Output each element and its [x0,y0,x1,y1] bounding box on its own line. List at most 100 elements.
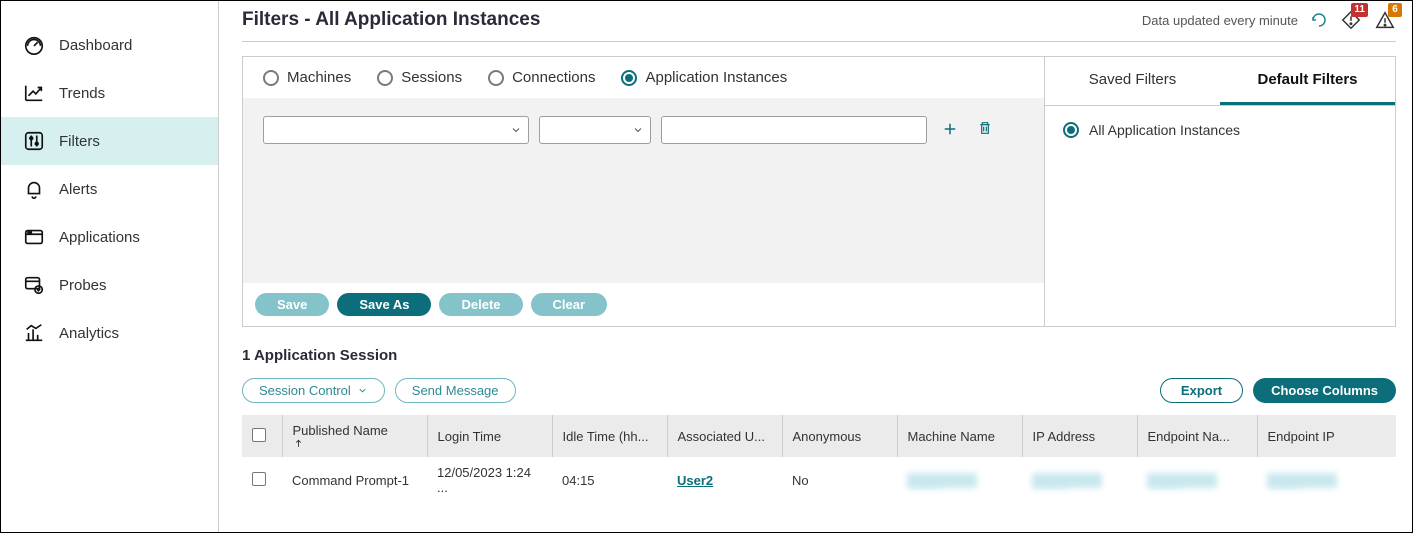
radio-icon [488,70,504,86]
col-published-name[interactable]: Published Name [282,415,427,457]
radio-icon [621,70,637,86]
filter-builder [243,98,1044,283]
page-title: Filters - All Application Instances [242,9,540,31]
save-as-button[interactable]: Save As [337,293,431,316]
critical-badge: 11 [1351,3,1368,17]
add-filter-button[interactable] [937,116,963,142]
cell-endpoint-name: ████ [1137,457,1257,503]
checkbox-all[interactable] [252,428,266,442]
sidebar-item-label: Dashboard [59,37,132,54]
chevron-down-icon [632,124,644,136]
sidebar: Dashboard Trends Filters Alerts Applicat… [1,1,219,532]
user-link[interactable]: User2 [677,473,713,488]
cell-anonymous: No [782,457,897,503]
sessions-table: Published Name Login Time Idle Time (hh.… [242,415,1396,503]
radio-machines[interactable]: Machines [263,69,351,86]
cell-idle-time: 04:15 [552,457,667,503]
cell-ip-address: ████ [1022,457,1137,503]
filter-actions: Save Save As Delete Clear [243,283,1044,326]
filter-type-radios: Machines Sessions Connections Appli [243,57,1044,98]
sidebar-item-probes[interactable]: Probes [1,261,218,309]
sidebar-item-analytics[interactable]: Analytics [1,309,218,357]
trends-icon [23,82,45,104]
radio-label: Machines [287,69,351,86]
col-endpoint-name[interactable]: Endpoint Na... [1137,415,1257,457]
col-checkbox [242,415,282,457]
radio-connections[interactable]: Connections [488,69,595,86]
col-endpoint-ip[interactable]: Endpoint IP [1257,415,1396,457]
delete-button[interactable]: Delete [439,293,522,316]
refresh-icon[interactable] [1310,11,1328,29]
warning-badge: 6 [1388,3,1402,17]
sort-asc-icon [293,438,417,449]
export-button[interactable]: Export [1160,378,1243,403]
tab-saved-filters[interactable]: Saved Filters [1045,57,1220,105]
radio-label: Sessions [401,69,462,86]
analytics-icon [23,322,45,344]
radio-label: All Application Instances [1089,122,1240,138]
top-row: Filters - All Application Instances Data… [242,1,1396,42]
col-associated-user[interactable]: Associated U... [667,415,782,457]
radio-icon [377,70,393,86]
chevron-down-icon [357,385,368,396]
filter-value-input[interactable] [661,116,927,144]
sidebar-item-label: Alerts [59,181,97,198]
filter-operator-select[interactable] [539,116,651,144]
table-row[interactable]: Command Prompt-1 12/05/2023 1:24 ... 04:… [242,457,1396,503]
update-text: Data updated every minute [1142,13,1298,28]
sidebar-item-filters[interactable]: Filters [1,117,218,165]
dashboard-icon [23,34,45,56]
cell-associated-user: User2 [667,457,782,503]
send-message-button[interactable]: Send Message [395,378,516,403]
cell-endpoint-ip: ████ [1257,457,1396,503]
session-toolbar: Session Control Send Message Export Choo… [242,378,1396,415]
radio-label: Connections [512,69,595,86]
col-login-time[interactable]: Login Time [427,415,552,457]
probes-icon [23,274,45,296]
chevron-down-icon [510,124,522,136]
default-filters-content: All Application Instances [1045,106,1395,154]
delete-filter-button[interactable] [973,116,997,140]
filter-panel: Machines Sessions Connections Appli [242,56,1396,327]
col-ip-address[interactable]: IP Address [1022,415,1137,457]
radio-icon [1063,122,1079,138]
sidebar-item-alerts[interactable]: Alerts [1,165,218,213]
cell-login-time: 12/05/2023 1:24 ... [427,457,552,503]
sidebar-item-label: Analytics [59,325,119,342]
top-right: Data updated every minute 11 6 [1142,9,1396,31]
choose-columns-button[interactable]: Choose Columns [1253,378,1396,403]
main-content: Filters - All Application Instances Data… [219,1,1412,532]
sidebar-item-dashboard[interactable]: Dashboard [1,21,218,69]
cell-machine-name: ████ [897,457,1022,503]
radio-icon [263,70,279,86]
clear-button[interactable]: Clear [531,293,608,316]
tab-default-filters[interactable]: Default Filters [1220,57,1395,105]
col-idle-time[interactable]: Idle Time (hh... [552,415,667,457]
applications-icon [23,226,45,248]
radio-label: Application Instances [645,69,787,86]
sidebar-item-label: Applications [59,229,140,246]
col-anonymous[interactable]: Anonymous [782,415,897,457]
sidebar-item-trends[interactable]: Trends [1,69,218,117]
radio-sessions[interactable]: Sessions [377,69,462,86]
bell-icon [23,178,45,200]
critical-alerts-button[interactable]: 11 [1340,9,1362,31]
col-machine-name[interactable]: Machine Name [897,415,1022,457]
cell-published-name: Command Prompt-1 [282,457,427,503]
warning-alerts-button[interactable]: 6 [1374,9,1396,31]
button-label: Session Control [259,383,351,398]
filters-icon [23,130,45,152]
table-header-row: Published Name Login Time Idle Time (hh.… [242,415,1396,457]
save-button[interactable]: Save [255,293,329,316]
radio-application-instances[interactable]: Application Instances [621,69,787,86]
filter-field-select[interactable] [263,116,529,144]
sidebar-item-label: Probes [59,277,107,294]
row-checkbox[interactable] [252,472,266,486]
session-count-title: 1 Application Session [242,327,1396,378]
default-filter-all-app-instances[interactable]: All Application Instances [1063,122,1377,138]
sidebar-item-label: Trends [59,85,105,102]
session-control-button[interactable]: Session Control [242,378,385,403]
sidebar-item-applications[interactable]: Applications [1,213,218,261]
sidebar-item-label: Filters [59,133,100,150]
filter-tabs: Saved Filters Default Filters [1045,57,1395,106]
